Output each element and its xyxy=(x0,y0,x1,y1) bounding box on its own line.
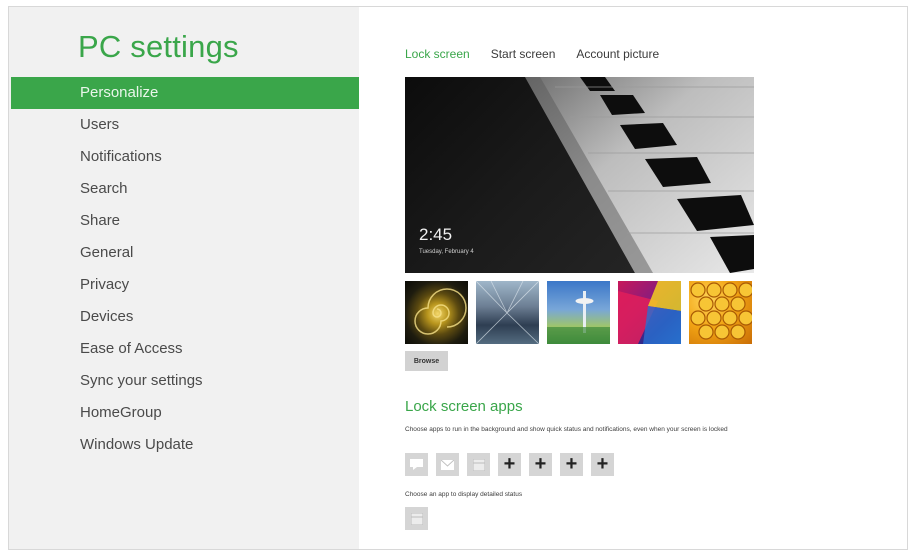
lock-screen-app-slots: + + + + xyxy=(405,453,614,476)
nav-item-windows-update[interactable]: Windows Update xyxy=(11,429,359,461)
add-app-plus-icon[interactable]: + xyxy=(560,453,583,476)
nav-item-sync-settings[interactable]: Sync your settings xyxy=(11,365,359,397)
add-app-plus-icon[interactable]: + xyxy=(591,453,614,476)
nautilus-shell-image[interactable] xyxy=(405,281,468,344)
spiral-icon xyxy=(414,288,467,335)
lock-screen-preview: 2:45 Tuesday, February 4 xyxy=(405,77,754,273)
message-glyph xyxy=(410,459,423,470)
abstract-shapes-icon xyxy=(618,281,681,344)
lock-screen-apps-description: Choose apps to run in the background and… xyxy=(405,426,728,433)
add-app-plus-icon[interactable]: + xyxy=(529,453,552,476)
nav-item-devices[interactable]: Devices xyxy=(11,301,359,333)
nav-item-ease-of-access[interactable]: Ease of Access xyxy=(11,333,359,365)
lock-screen-apps-title: Lock screen apps xyxy=(405,398,523,415)
browse-button[interactable]: Browse xyxy=(405,351,448,371)
calendar-icon[interactable] xyxy=(467,453,490,476)
tab-account-picture[interactable]: Account picture xyxy=(576,47,659,61)
nav-item-privacy[interactable]: Privacy xyxy=(11,269,359,301)
add-app-plus-icon[interactable]: + xyxy=(498,453,521,476)
tab-lock-screen[interactable]: Lock screen xyxy=(405,47,470,61)
lock-screen-date: Tuesday, February 4 xyxy=(419,249,474,255)
lock-screen-time: 2:45 xyxy=(419,225,453,244)
calendar-glyph xyxy=(410,512,423,525)
abstract-color-image[interactable] xyxy=(618,281,681,344)
honeycomb-icon xyxy=(690,282,752,340)
nav-item-general[interactable]: General xyxy=(11,237,359,269)
detailed-status-calendar-icon[interactable] xyxy=(405,507,428,530)
nav-item-users[interactable]: Users xyxy=(11,109,359,141)
nav-item-notifications[interactable]: Notifications xyxy=(11,141,359,173)
space-needle-image[interactable] xyxy=(547,281,610,344)
mail-icon[interactable] xyxy=(436,453,459,476)
honeycomb-image[interactable] xyxy=(689,281,752,344)
app-title: PC settings xyxy=(78,29,239,64)
hallway-lines-icon xyxy=(476,281,539,344)
nav-item-homegroup[interactable]: HomeGroup xyxy=(11,397,359,429)
nav-item-personalize[interactable]: Personalize xyxy=(11,77,359,109)
settings-sidebar: PC settings Personalize Users Notificati… xyxy=(9,7,359,549)
nav-item-search[interactable]: Search xyxy=(11,173,359,205)
mail-glyph xyxy=(441,459,454,470)
piano-keys-image xyxy=(525,77,754,273)
background-thumbnails xyxy=(405,281,752,344)
message-icon[interactable] xyxy=(405,453,428,476)
calendar-glyph xyxy=(472,458,485,471)
tower-icon xyxy=(547,291,610,344)
settings-nav: Personalize Users Notifications Search S… xyxy=(11,77,359,461)
settings-content: Lock screen Start screen Account picture xyxy=(359,7,907,549)
pc-settings-window: PC settings Personalize Users Notificati… xyxy=(8,6,908,550)
detailed-status-label: Choose an app to display detailed status xyxy=(405,491,523,498)
hallway-image[interactable] xyxy=(476,281,539,344)
personalize-tabs: Lock screen Start screen Account picture xyxy=(405,47,680,61)
nav-item-share[interactable]: Share xyxy=(11,205,359,237)
tab-start-screen[interactable]: Start screen xyxy=(491,47,556,61)
